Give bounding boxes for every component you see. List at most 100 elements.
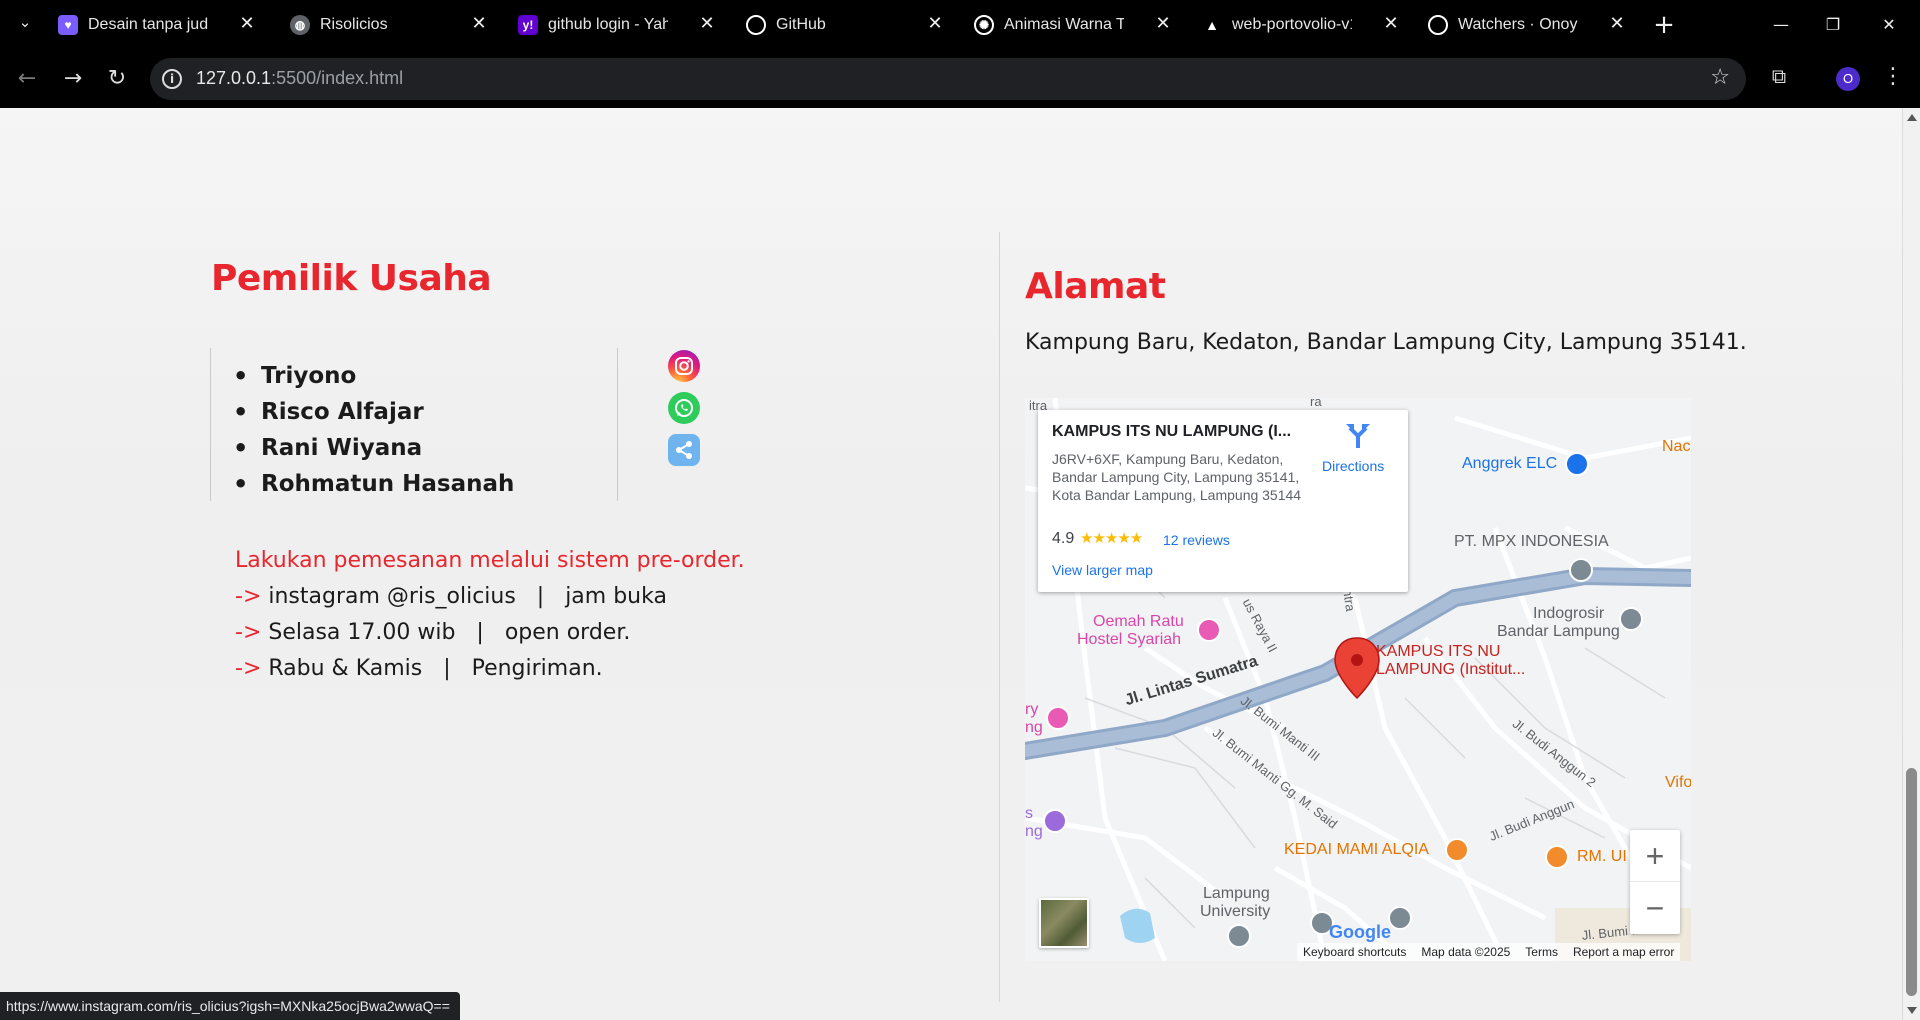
page-content: Pemilik Usaha Triyono Risco Alfajar Rani… [0,108,1902,1020]
view-larger-map-link[interactable]: View larger map [1052,562,1153,578]
poi-label[interactable]: s [1025,805,1033,823]
owner-name: Rohmatun Hasanah [233,466,514,502]
owner-list: Triyono Risco Alfajar Rani Wiyana Rohmat… [233,358,514,502]
tab-animasi[interactable]: ✺ Animasi Warna Teks ✕ [974,10,1174,40]
globe-icon: ◍ [290,15,310,35]
close-icon[interactable]: ✕ [468,13,490,34]
vercel-icon: ▲ [1205,17,1219,33]
address-text: Kampung Baru, Kedaton, Bandar Lampung Ci… [1025,330,1747,355]
satellite-toggle[interactable] [1039,898,1089,948]
scroll-down-arrow-icon[interactable] [1907,1007,1917,1014]
toolbar: ← → ↻ i 127.0.0.1:5500/index.html ☆ [0,50,1920,108]
rating-stars-icon: ★★★★★ [1080,530,1143,547]
window-close-icon[interactable]: ✕ [1874,10,1904,40]
canva-heart-icon: ♥ [58,15,78,35]
directions-link[interactable]: Directions [1322,458,1384,474]
report-map-error-link[interactable]: Report a map error [1573,943,1674,961]
poi-label[interactable]: Anggrek ELC [1462,455,1557,473]
poi-label[interactable]: KAMPUS ITS NU [1376,643,1500,661]
close-icon[interactable]: ✕ [1380,13,1402,34]
reviews-link[interactable]: 12 reviews [1163,532,1230,548]
poi-label[interactable]: Oemah Ratu [1093,613,1184,631]
chatgpt-icon: ✺ [974,15,994,35]
place-name: KAMPUS ITS NU LAMPUNG (I... [1052,423,1292,440]
owner-name: Triyono [233,358,514,394]
new-tab-plus-icon[interactable]: + [1651,10,1677,40]
whatsapp-icon[interactable] [668,392,700,424]
tab-yahoo[interactable]: y! github login - Yahoo ✕ [518,10,718,40]
zoom-in-button[interactable]: + [1630,830,1680,882]
zoom-out-button[interactable]: − [1630,882,1680,934]
poi-label[interactable]: Indogrosir [1533,605,1604,623]
close-icon[interactable]: ✕ [1152,13,1174,34]
github-icon [746,15,766,35]
tab-risolicios[interactable]: ◍ Risolicios ✕ [290,10,490,40]
place-info-card: KAMPUS ITS NU LAMPUNG (I... J6RV+6XF, Ka… [1038,410,1408,592]
yahoo-icon: y! [518,15,538,35]
directions-icon[interactable] [1346,422,1370,448]
profile-avatar[interactable]: O [1836,67,1860,91]
instagram-icon[interactable] [668,350,700,382]
poi-label[interactable]: Hostel Syariah [1077,631,1181,649]
preorder-headline: Lakukan pemesanan melalui sistem pre-ord… [235,548,745,573]
poi-label[interactable]: ry [1025,701,1038,719]
scroll-up-arrow-icon[interactable] [1907,114,1917,121]
back-arrow-icon[interactable]: ← [12,64,42,94]
tab-portfolio[interactable]: ▲ web-portovolio-v1 – ✕ [1202,10,1402,40]
owner-list-box: Triyono Risco Alfajar Rani Wiyana Rohmat… [210,348,618,502]
page-scrollbar[interactable] [1902,108,1920,1020]
poi-label[interactable]: Vifo [1665,774,1691,792]
tab-strip: ⌄ ♥ Desain tanpa judul - ✕ ◍ Risolicios … [0,0,1920,50]
scroll-thumb[interactable] [1906,768,1917,996]
order-line: -> Rabu & Kamis | Pengiriman. [235,656,603,681]
github-icon [1428,15,1448,35]
restore-icon[interactable]: ❐ [1818,10,1848,40]
map-attribution: Keyboard shortcuts Map data ©2025 Terms … [1297,943,1681,961]
google-logo: Google [1329,922,1391,942]
close-icon[interactable]: ✕ [1606,13,1628,34]
poi-label[interactable]: KEDAI MAMI ALQIA [1284,841,1429,859]
close-icon[interactable]: ✕ [696,13,718,34]
zoom-controls: + − [1630,830,1680,934]
tab-watchers[interactable]: Watchers · OnoySour ✕ [1428,10,1628,40]
owner-name: Rani Wiyana [233,430,514,466]
address-bar[interactable]: i 127.0.0.1:5500/index.html ☆ [150,58,1746,100]
order-line: -> Selasa 17.00 wib | open order. [235,620,631,645]
place-address: J6RV+6XF, Kampung Baru, Kedaton, Bandar … [1052,451,1302,503]
section-divider [999,232,1000,1002]
tab-github[interactable]: GitHub ✕ [746,10,946,40]
owner-section-title: Pemilik Usaha [211,258,492,299]
browser-menu-icon[interactable]: ⋮ [1880,64,1906,90]
poi-label[interactable]: ng [1025,719,1043,737]
map-data-label: Map data ©2025 [1421,945,1511,959]
url-text[interactable]: 127.0.0.1:5500/index.html [196,68,403,89]
order-line: -> instagram @ris_olicius | jam buka [235,584,667,609]
poi-label[interactable]: LAMPUNG (Institut... [1376,661,1525,679]
google-map-embed[interactable]: Anggrek ELC Nac PT. MPX INDONESIA Indogr… [1025,398,1691,961]
close-icon[interactable]: ✕ [236,13,258,34]
poi-label[interactable]: PT. MPX INDONESIA [1454,533,1609,551]
site-info-icon[interactable]: i [162,69,182,89]
tab-search-chevron-icon[interactable]: ⌄ [14,13,36,35]
reload-icon[interactable]: ↻ [102,64,132,94]
link-status-bar: https://www.instagram.com/ris_olicius?ig… [0,992,460,1020]
share-icon[interactable] [668,434,700,466]
tab-desain[interactable]: ♥ Desain tanpa judul - ✕ [58,10,258,40]
street-label: ra [1310,398,1322,409]
keyboard-shortcuts-link[interactable]: Keyboard shortcuts [1303,943,1406,961]
forward-arrow-icon[interactable]: → [58,64,88,94]
place-rating: 4.9 [1052,530,1075,547]
owner-name: Risco Alfajar [233,394,514,430]
poi-label[interactable]: Bandar Lampung [1497,623,1620,641]
bookmark-star-icon[interactable]: ☆ [1710,65,1730,90]
terms-link[interactable]: Terms [1525,943,1558,961]
poi-label[interactable]: Nac [1662,438,1690,456]
extensions-puzzle-icon[interactable]: ⧉ [1766,64,1792,90]
address-section-title: Alamat [1025,266,1166,307]
poi-label[interactable]: Lampung [1203,885,1270,903]
close-icon[interactable]: ✕ [924,13,946,34]
poi-label[interactable]: RM. UI [1577,848,1627,866]
minimize-icon[interactable]: — [1766,10,1796,40]
poi-label[interactable]: University [1200,903,1270,921]
poi-label[interactable]: ng [1025,823,1043,841]
